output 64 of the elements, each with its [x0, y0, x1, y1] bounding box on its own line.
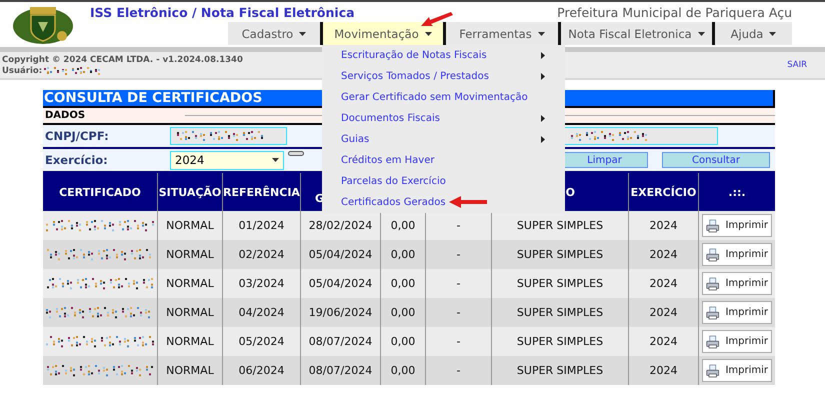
table-cell: SUPER SIMPLES — [491, 240, 628, 269]
table-cell: SUPER SIMPLES — [491, 327, 628, 356]
table-cell: 2024 — [628, 269, 698, 298]
table-cell: 05/2024 — [222, 327, 300, 356]
table-cell: 0,00 — [380, 240, 425, 269]
table-cell: SUPER SIMPLES — [491, 298, 628, 327]
column-header: EXERCÍCIO — [628, 173, 698, 211]
table-cell: 28/02/2024 — [300, 211, 380, 240]
print-button[interactable]: Imprimir — [702, 301, 772, 324]
section-label: DADOS — [45, 110, 86, 121]
table-cell: - — [425, 327, 491, 356]
table-cell: 0,00 — [380, 211, 425, 240]
table-cell: 02/2024 — [222, 240, 300, 269]
table-cell: - — [425, 211, 491, 240]
table-cell: 06/2024 — [222, 356, 300, 385]
table-cell: 08/07/2024 — [300, 327, 380, 356]
municipality-name: Prefeitura Municipal de Pariquera Açu — [557, 4, 792, 20]
table-cell: 0,00 — [380, 269, 425, 298]
user-label: Usuário: — [2, 66, 42, 76]
column-header: CERTIFICADO — [43, 173, 157, 211]
print-button[interactable]: Imprimir — [702, 214, 772, 237]
year-select[interactable]: 2024 — [170, 150, 284, 170]
table-cell: NORMAL — [157, 240, 222, 269]
table-cell: NORMAL — [157, 327, 222, 356]
print-button[interactable]: Imprimir — [702, 359, 772, 382]
column-header: .::. — [698, 173, 775, 211]
print-button[interactable]: Imprimir — [702, 330, 772, 353]
table-cell: 19/06/2024 — [300, 298, 380, 327]
column-header: SITUAÇÃO — [157, 173, 222, 211]
table-cell: NORMAL — [157, 211, 222, 240]
action-button[interactable]: Consultar — [662, 152, 770, 168]
table-cell: - — [425, 356, 491, 385]
app-title: ISS Eletrônico / Nota Fiscal Eletrônica — [90, 4, 355, 20]
table-cell: NORMAL — [157, 298, 222, 327]
table-cell: NORMAL — [157, 356, 222, 385]
table-cell: 2024 — [628, 298, 698, 327]
table-cell: - — [425, 240, 491, 269]
field-label: Exercício: — [44, 153, 109, 167]
table-cell: SUPER SIMPLES — [491, 356, 628, 385]
table-cell: 0,00 — [380, 327, 425, 356]
table-cell: 05/04/2024 — [300, 269, 380, 298]
table-cell: 2024 — [628, 356, 698, 385]
table-cell: 0,00 — [380, 298, 425, 327]
table-cell: - — [425, 298, 491, 327]
copyright-text: Copyright © 2024 CECAM LTDA. - v1.2024.08.1340 — [2, 54, 243, 64]
nav-menu-item[interactable]: Movimentação — [320, 22, 443, 45]
table-cell: 2024 — [628, 211, 698, 240]
table-cell: SUPER SIMPLES — [491, 269, 628, 298]
print-button[interactable]: Imprimir — [702, 272, 772, 295]
table-cell: NORMAL — [157, 269, 222, 298]
table-cell: 0,00 — [380, 356, 425, 385]
column-header: REFERÊNCIA — [222, 173, 300, 211]
field-label: CNPJ/CPF: — [44, 129, 110, 143]
table-cell: 2024 — [628, 240, 698, 269]
table-cell: 2024 — [628, 327, 698, 356]
table-cell: 08/07/2024 — [300, 356, 380, 385]
print-button[interactable]: Imprimir — [702, 243, 772, 266]
table-cell: 01/2024 — [222, 211, 300, 240]
table-cell: 03/2024 — [222, 269, 300, 298]
table-cell: - — [425, 269, 491, 298]
table-cell: SUPER SIMPLES — [491, 211, 628, 240]
table-cell: 05/04/2024 — [300, 240, 380, 269]
table-cell: 04/2024 — [222, 298, 300, 327]
logout-link[interactable]: SAIR — [787, 60, 807, 70]
